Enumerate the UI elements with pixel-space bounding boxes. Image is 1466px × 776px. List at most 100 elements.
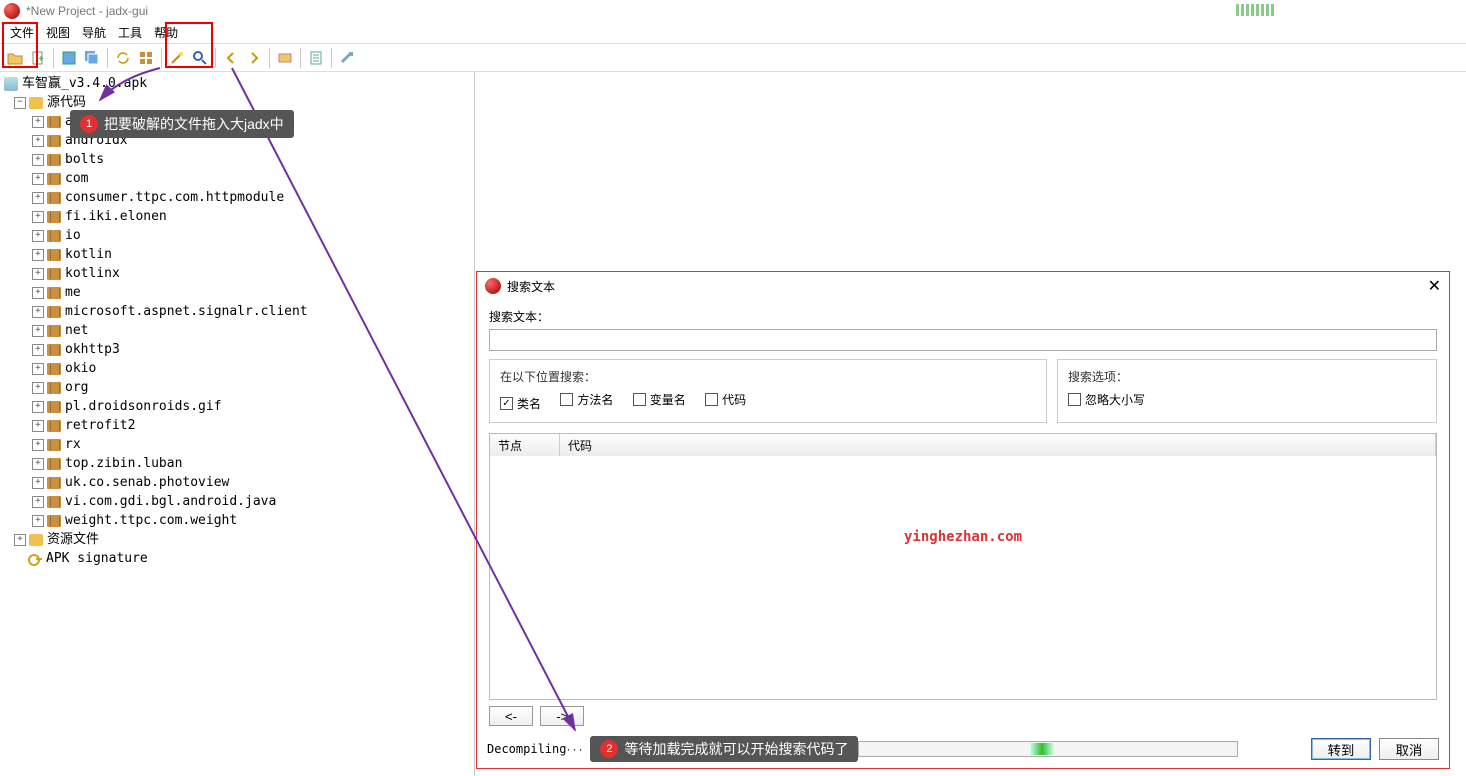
chk-class[interactable]: ✓类名 — [500, 395, 541, 412]
forward-button[interactable] — [243, 47, 265, 69]
wand-button[interactable] — [166, 47, 188, 69]
flatten-button[interactable] — [135, 47, 157, 69]
search-input[interactable] — [489, 329, 1437, 351]
chk-var[interactable]: 变量名 — [633, 391, 686, 408]
expand-icon[interactable]: + — [32, 249, 44, 261]
package-label: top.zibin.luban — [65, 454, 182, 473]
project-tree[interactable]: 车智赢_v3.4.0.apk − 源代码 +android+androidx+b… — [0, 72, 475, 776]
folder-icon — [29, 534, 43, 546]
tree-package[interactable]: +consumer.ttpc.com.httpmodule — [4, 188, 474, 207]
package-icon — [47, 496, 61, 508]
preferences-button[interactable] — [336, 47, 358, 69]
tree-package[interactable]: + top.zibin.luban — [4, 454, 474, 473]
tree-package[interactable]: +com — [4, 169, 474, 188]
menu-view[interactable]: 视图 — [40, 22, 76, 43]
expand-icon[interactable]: + — [32, 382, 44, 394]
tree-root[interactable]: 车智赢_v3.4.0.apk — [4, 74, 474, 93]
tree-package[interactable]: +me — [4, 283, 474, 302]
expand-icon[interactable]: + — [32, 287, 44, 299]
go-button[interactable]: 转到 — [1311, 738, 1371, 760]
expand-icon[interactable]: + — [14, 534, 26, 546]
log-button[interactable] — [305, 47, 327, 69]
expand-icon[interactable]: + — [32, 439, 44, 451]
package-label: pl.droidsonroids.gif — [65, 397, 222, 416]
expand-icon[interactable]: + — [32, 496, 44, 508]
close-icon[interactable]: ✕ — [1428, 276, 1441, 296]
expand-icon[interactable]: + — [32, 325, 44, 337]
menu-nav[interactable]: 导航 — [76, 22, 112, 43]
tree-package[interactable]: +fi.iki.elonen — [4, 207, 474, 226]
expand-icon[interactable]: + — [32, 154, 44, 166]
tree-res[interactable]: + 资源文件 — [4, 530, 474, 549]
add-file-button[interactable]: + — [27, 47, 49, 69]
prev-button[interactable]: <- — [489, 706, 533, 726]
results-body: yinghezhan.com — [490, 456, 1436, 699]
tree-package[interactable]: +kotlin — [4, 245, 474, 264]
nav-buttons: <- -> — [489, 706, 1437, 726]
folder-icon — [29, 97, 43, 109]
expand-icon[interactable]: + — [32, 306, 44, 318]
expand-icon[interactable]: + — [32, 211, 44, 223]
tree-package[interactable]: + okhttp3 — [4, 340, 474, 359]
annotation-1-text: 把要破解的文件拖入大jadx中 — [104, 114, 284, 134]
collapse-icon[interactable]: − — [14, 97, 26, 109]
expand-icon[interactable]: + — [32, 363, 44, 375]
back-button[interactable] — [220, 47, 242, 69]
chk-case[interactable]: 忽略大小写 — [1068, 391, 1145, 408]
package-label: weight.ttpc.com.weight — [65, 511, 237, 530]
expand-icon[interactable]: + — [32, 173, 44, 185]
expand-icon[interactable]: + — [32, 135, 44, 147]
tree-package[interactable]: +net — [4, 321, 474, 340]
open-folder-button[interactable] — [4, 47, 26, 69]
package-icon — [47, 515, 61, 527]
package-icon — [47, 173, 61, 185]
tree-package[interactable]: +retrofit2 — [4, 416, 474, 435]
sync-button[interactable] — [112, 47, 134, 69]
chk-method[interactable]: 方法名 — [560, 391, 613, 408]
menu-file[interactable]: 文件 — [4, 22, 40, 43]
tree-package[interactable]: +io — [4, 226, 474, 245]
menu-help[interactable]: 帮助 — [148, 22, 184, 43]
tree-package[interactable]: + kotlinx — [4, 264, 474, 283]
search-button[interactable] — [189, 47, 211, 69]
package-icon — [47, 306, 61, 318]
expand-icon[interactable]: + — [32, 344, 44, 356]
chk-code[interactable]: 代码 — [705, 391, 746, 408]
expand-icon[interactable]: + — [32, 116, 44, 128]
save-button[interactable] — [58, 47, 80, 69]
progress-bar — [858, 741, 1238, 757]
deobfuscate-button[interactable] — [274, 47, 296, 69]
tree-package[interactable]: +rx — [4, 435, 474, 454]
col-node[interactable]: 节点 — [490, 434, 560, 456]
tree-package[interactable]: +microsoft.aspnet.signalr.client — [4, 302, 474, 321]
package-label: kotlinx — [65, 264, 120, 283]
tree-package[interactable]: + weight.ttpc.com.weight — [4, 511, 474, 530]
expand-icon[interactable]: + — [32, 420, 44, 432]
col-code[interactable]: 代码 — [560, 434, 1436, 456]
expand-icon[interactable]: + — [32, 401, 44, 413]
tree-sig[interactable]: APK signature — [4, 549, 474, 568]
save-all-button[interactable] — [81, 47, 103, 69]
next-button[interactable]: -> — [540, 706, 584, 726]
tree-package[interactable]: +vi.com.gdi.bgl.android.java — [4, 492, 474, 511]
tree-package[interactable]: + pl.droidsonroids.gif — [4, 397, 474, 416]
expand-icon[interactable]: + — [32, 458, 44, 470]
package-icon — [47, 458, 61, 470]
expand-icon[interactable]: + — [32, 192, 44, 204]
expand-icon[interactable]: + — [32, 268, 44, 280]
cancel-button[interactable]: 取消 — [1379, 738, 1439, 760]
tree-package[interactable]: +uk.co.senab.photoview — [4, 473, 474, 492]
tree-package[interactable]: +org — [4, 378, 474, 397]
expand-icon[interactable]: + — [32, 477, 44, 489]
tree-package[interactable]: +okio — [4, 359, 474, 378]
tree-package[interactable]: +bolts — [4, 150, 474, 169]
results-table[interactable]: 节点 代码 yinghezhan.com — [489, 433, 1437, 700]
expand-icon[interactable]: + — [32, 230, 44, 242]
badge-2: 2 — [600, 740, 618, 758]
package-label: okhttp3 — [65, 340, 120, 359]
annotation-1: 1 把要破解的文件拖入大jadx中 — [70, 110, 294, 138]
package-icon — [47, 230, 61, 242]
expand-icon[interactable]: + — [32, 515, 44, 527]
menu-bar: 文件 视图 导航 工具 帮助 — [0, 22, 1466, 44]
menu-tools[interactable]: 工具 — [112, 22, 148, 43]
